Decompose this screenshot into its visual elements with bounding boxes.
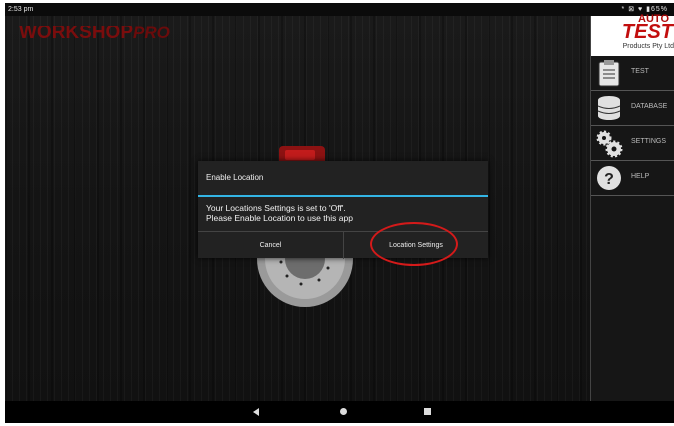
menu-label-help: HELP xyxy=(631,173,650,180)
brand-pro: PRO xyxy=(133,26,170,40)
help-icon: ? xyxy=(597,166,621,190)
status-bar: 2:53 pm * ⊠ ♥ ▮65% xyxy=(5,3,674,16)
menu-item-database[interactable]: DATABASE xyxy=(591,91,674,126)
gears-icon xyxy=(596,130,623,158)
menu-label-settings: SETTINGS xyxy=(631,138,667,145)
database-icon xyxy=(597,96,621,120)
status-time: 2:53 pm xyxy=(8,6,34,13)
tablet-screen: 2:53 pm * ⊠ ♥ ▮65% WORKSHOPPRO AUTO TEST xyxy=(5,3,674,423)
side-menu: AUTO TEST Products Pty Ltd TEST DATABASE… xyxy=(590,13,674,401)
dialog-message-line2: Please Enable Location to use this app xyxy=(206,213,353,223)
svg-text:?: ? xyxy=(604,171,614,188)
logo-test: TEST xyxy=(621,21,673,43)
back-icon[interactable] xyxy=(253,408,259,416)
menu-item-help[interactable]: ? HELP xyxy=(591,161,674,196)
dialog-message-line1: Your Locations Settings is set to 'Off'. xyxy=(206,203,346,213)
highlight-circle-annotation xyxy=(370,222,458,266)
clipboard-icon xyxy=(598,60,620,87)
dialog-title-divider xyxy=(198,195,488,197)
menu-label-database: DATABASE xyxy=(631,103,668,110)
home-icon[interactable] xyxy=(340,408,347,415)
menu-item-settings[interactable]: SETTINGS xyxy=(591,126,674,161)
menu-label-test: TEST xyxy=(631,68,649,75)
android-nav-bar xyxy=(5,401,674,423)
dialog-title: Enable Location xyxy=(206,173,264,182)
brand-main: WORKSHOP xyxy=(19,26,133,40)
recents-icon[interactable] xyxy=(424,408,431,415)
dialog-message: Your Locations Settings is set to 'Off'.… xyxy=(206,203,476,223)
cancel-button[interactable]: Cancel xyxy=(198,232,344,259)
autotest-logo: AUTO TEST Products Pty Ltd xyxy=(591,13,674,56)
app-brand-logo: WORKSHOPPRO xyxy=(19,26,170,40)
menu-item-test[interactable]: TEST xyxy=(591,56,674,91)
logo-subtitle: Products Pty Ltd xyxy=(622,43,674,50)
